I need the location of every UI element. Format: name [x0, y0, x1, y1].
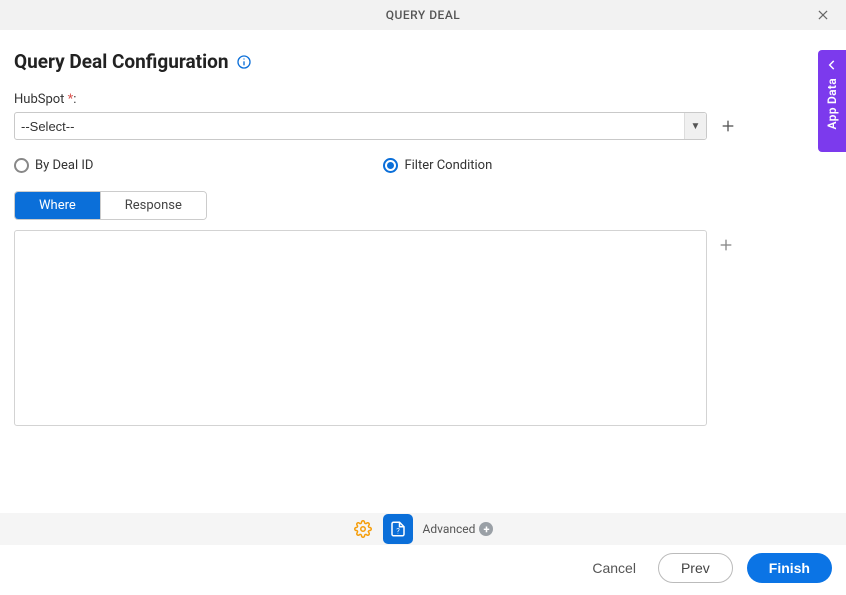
app-data-panel-label: App Data [825, 78, 839, 129]
svg-text:?: ? [396, 527, 400, 536]
advanced-link[interactable]: Advanced + [423, 522, 494, 536]
close-button[interactable] [808, 0, 838, 30]
gear-icon [354, 520, 372, 538]
close-icon [816, 8, 830, 22]
plus-icon [718, 237, 734, 253]
add-connection-button[interactable] [715, 113, 741, 139]
header-title: QUERY DEAL [386, 8, 461, 22]
header-bar: QUERY DEAL [0, 0, 846, 30]
cancel-button[interactable]: Cancel [584, 554, 644, 582]
tab-where[interactable]: Where [15, 192, 100, 219]
radio-by-deal-id-label: By Deal ID [35, 158, 93, 173]
radio-circle-icon [14, 158, 29, 173]
tab-response[interactable]: Response [100, 192, 206, 219]
where-conditions-panel [14, 230, 707, 426]
prev-button[interactable]: Prev [658, 553, 733, 583]
page-title: Query Deal Configuration [14, 50, 228, 73]
document-icon: ? [389, 520, 407, 538]
settings-button[interactable] [353, 519, 373, 539]
connection-field-label: HubSpot *: [14, 92, 76, 107]
plus-icon [720, 118, 736, 134]
chevron-left-icon [825, 58, 839, 72]
connection-select[interactable]: --Select-- [14, 112, 707, 140]
radio-filter-condition-label: Filter Condition [404, 158, 492, 173]
connection-select-wrap: --Select-- ▼ [14, 112, 707, 140]
info-icon [236, 54, 252, 70]
connection-label-suffix: : [73, 92, 76, 107]
connection-label-text: HubSpot [14, 92, 68, 107]
plus-circle-icon: + [479, 522, 493, 536]
add-condition-button[interactable] [713, 232, 739, 258]
radio-filter-condition[interactable]: Filter Condition [383, 158, 492, 173]
finish-button[interactable]: Finish [747, 553, 832, 583]
radio-circle-icon [383, 158, 398, 173]
tab-row: Where Response [14, 191, 207, 220]
advanced-label: Advanced [423, 522, 476, 536]
info-button[interactable] [236, 54, 252, 70]
app-data-panel-toggle[interactable]: App Data [818, 50, 846, 152]
doc-button[interactable]: ? [383, 514, 413, 544]
radio-by-deal-id[interactable]: By Deal ID [14, 158, 93, 173]
